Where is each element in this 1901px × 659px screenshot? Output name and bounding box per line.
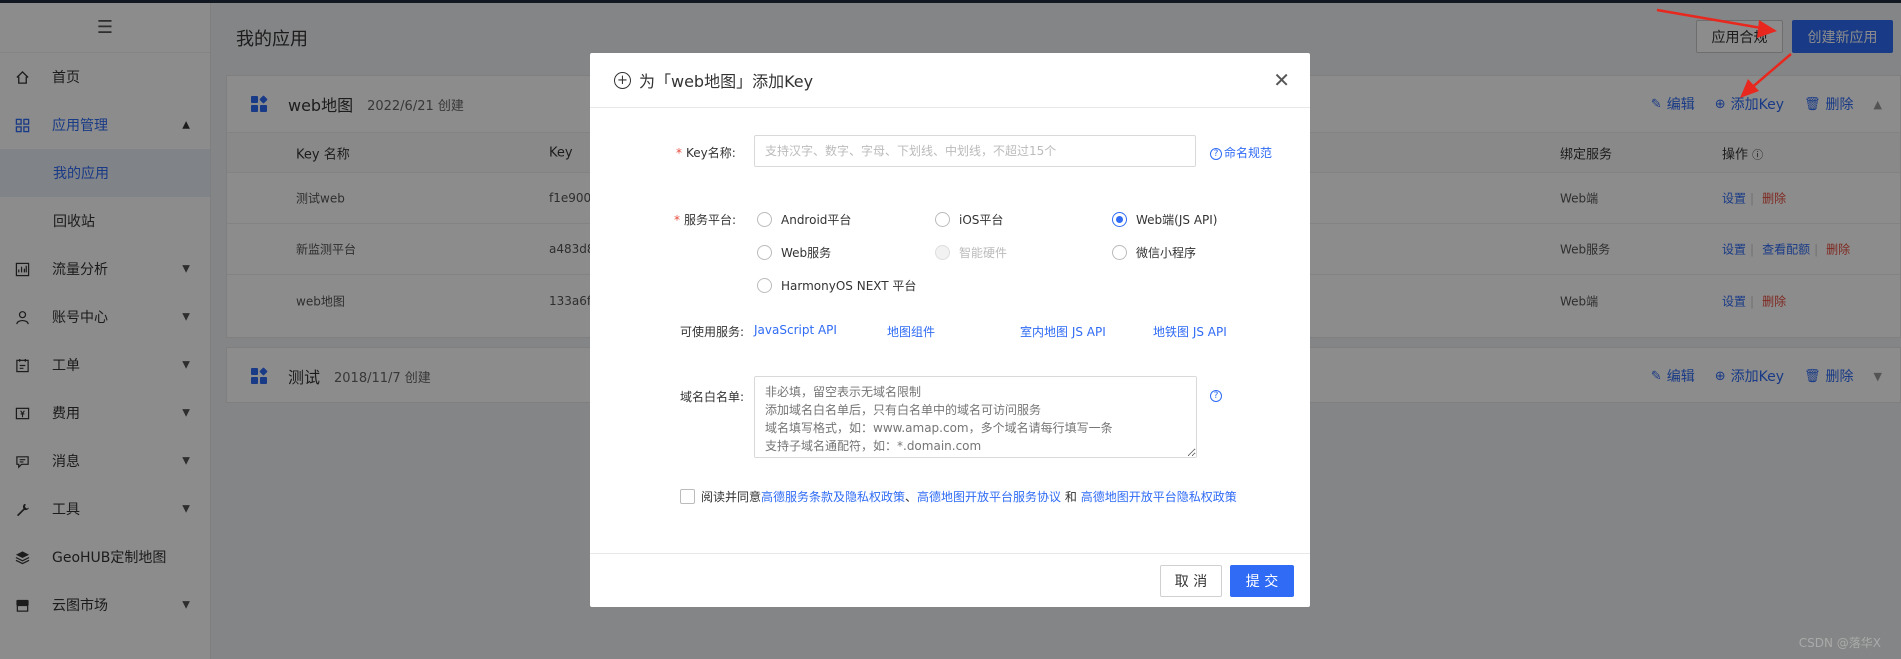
service-link-indoor-map[interactable]: 室内地图 JS API xyxy=(1020,323,1106,340)
add-key-dialog: + 为「web地图」添加Key ✕ *Key名称: ?命名规范 *服务平台: A… xyxy=(590,53,1310,607)
radio-android[interactable]: Android平台 xyxy=(757,211,851,228)
watermark: CSDN @落华X xyxy=(1798,636,1881,650)
help-icon[interactable]: ? xyxy=(1210,390,1222,402)
agreement-checkbox[interactable] xyxy=(680,489,695,504)
annotation-arrow-icon xyxy=(1740,53,1792,98)
radio-harmonyos-next[interactable]: HarmonyOS NEXT 平台 xyxy=(757,277,916,294)
dialog-footer: 取 消 提 交 xyxy=(590,553,1310,607)
terms-privacy-link[interactable]: 高德服务条款及隐私权政策 xyxy=(761,488,905,505)
service-link-javascript-api[interactable]: JavaScript API xyxy=(754,323,837,337)
key-name-input[interactable] xyxy=(754,135,1196,167)
agreement-row: 阅读并同意 高德服务条款及隐私权政策 、 高德地图开放平台服务协议 和 高德地图… xyxy=(680,488,1237,505)
radio-web-js-api[interactable]: Web端(JS API) xyxy=(1112,211,1217,228)
radio-wechat-miniprogram[interactable]: 微信小程序 xyxy=(1112,244,1196,261)
whitelist-label: 域名白名单: xyxy=(680,390,745,404)
close-icon[interactable]: ✕ xyxy=(1273,68,1290,92)
radio-web-service[interactable]: Web服务 xyxy=(757,244,831,261)
submit-button[interactable]: 提 交 xyxy=(1230,565,1294,597)
service-link-metro-map[interactable]: 地铁图 JS API xyxy=(1153,323,1227,340)
available-services-label: 可使用服务: xyxy=(680,325,745,339)
cancel-button[interactable]: 取 消 xyxy=(1160,565,1222,597)
key-name-label: * Key名称: xyxy=(676,146,736,160)
service-link-map-components[interactable]: 地图组件 xyxy=(887,323,935,340)
radio-smart-hardware: 智能硬件 xyxy=(935,244,1007,261)
dialog-title: 为「web地图」添加Key xyxy=(639,72,814,91)
dialog-header: + 为「web地图」添加Key ✕ xyxy=(590,53,1310,108)
whitelist-textarea[interactable] xyxy=(754,376,1197,458)
naming-rules-link[interactable]: ? 命名规范 xyxy=(1210,144,1272,161)
service-agreement-link[interactable]: 高德地图开放平台服务协议 xyxy=(917,488,1061,505)
privacy-policy-link[interactable]: 高德地图开放平台隐私权政策 xyxy=(1081,488,1237,505)
radio-ios[interactable]: iOS平台 xyxy=(935,211,1003,228)
help-icon: ? xyxy=(1210,147,1222,160)
plus-circle-icon: + xyxy=(614,71,631,89)
platform-label: * 服务平台: xyxy=(674,213,737,227)
agreement-prefix: 阅读并同意 xyxy=(701,490,762,504)
